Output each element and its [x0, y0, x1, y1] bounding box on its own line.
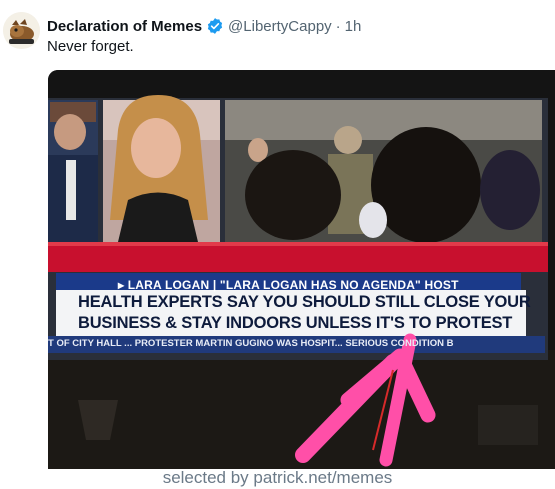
tweet: Declaration of Memes @LibertyCappy · 1h …	[0, 0, 555, 489]
tweet-time[interactable]: 1h	[345, 18, 362, 35]
author-name[interactable]: Declaration of Memes	[47, 18, 202, 35]
header-separator: ·	[335, 17, 341, 35]
avatar[interactable]	[3, 12, 40, 49]
author-handle[interactable]: @LibertyCappy	[228, 18, 332, 35]
avatar-image	[3, 12, 40, 49]
tweet-media[interactable]: ▸ LARA LOGAN | "LARA LOGAN HAS NO AGENDA…	[48, 70, 555, 469]
tweet-text: Never forget.	[47, 38, 134, 55]
credit-watermark: selected by patrick.net/memes	[162, 468, 393, 487]
verified-badge-icon	[206, 17, 224, 35]
media-photo	[48, 70, 555, 469]
tweet-header: Declaration of Memes @LibertyCappy · 1h	[47, 15, 361, 37]
